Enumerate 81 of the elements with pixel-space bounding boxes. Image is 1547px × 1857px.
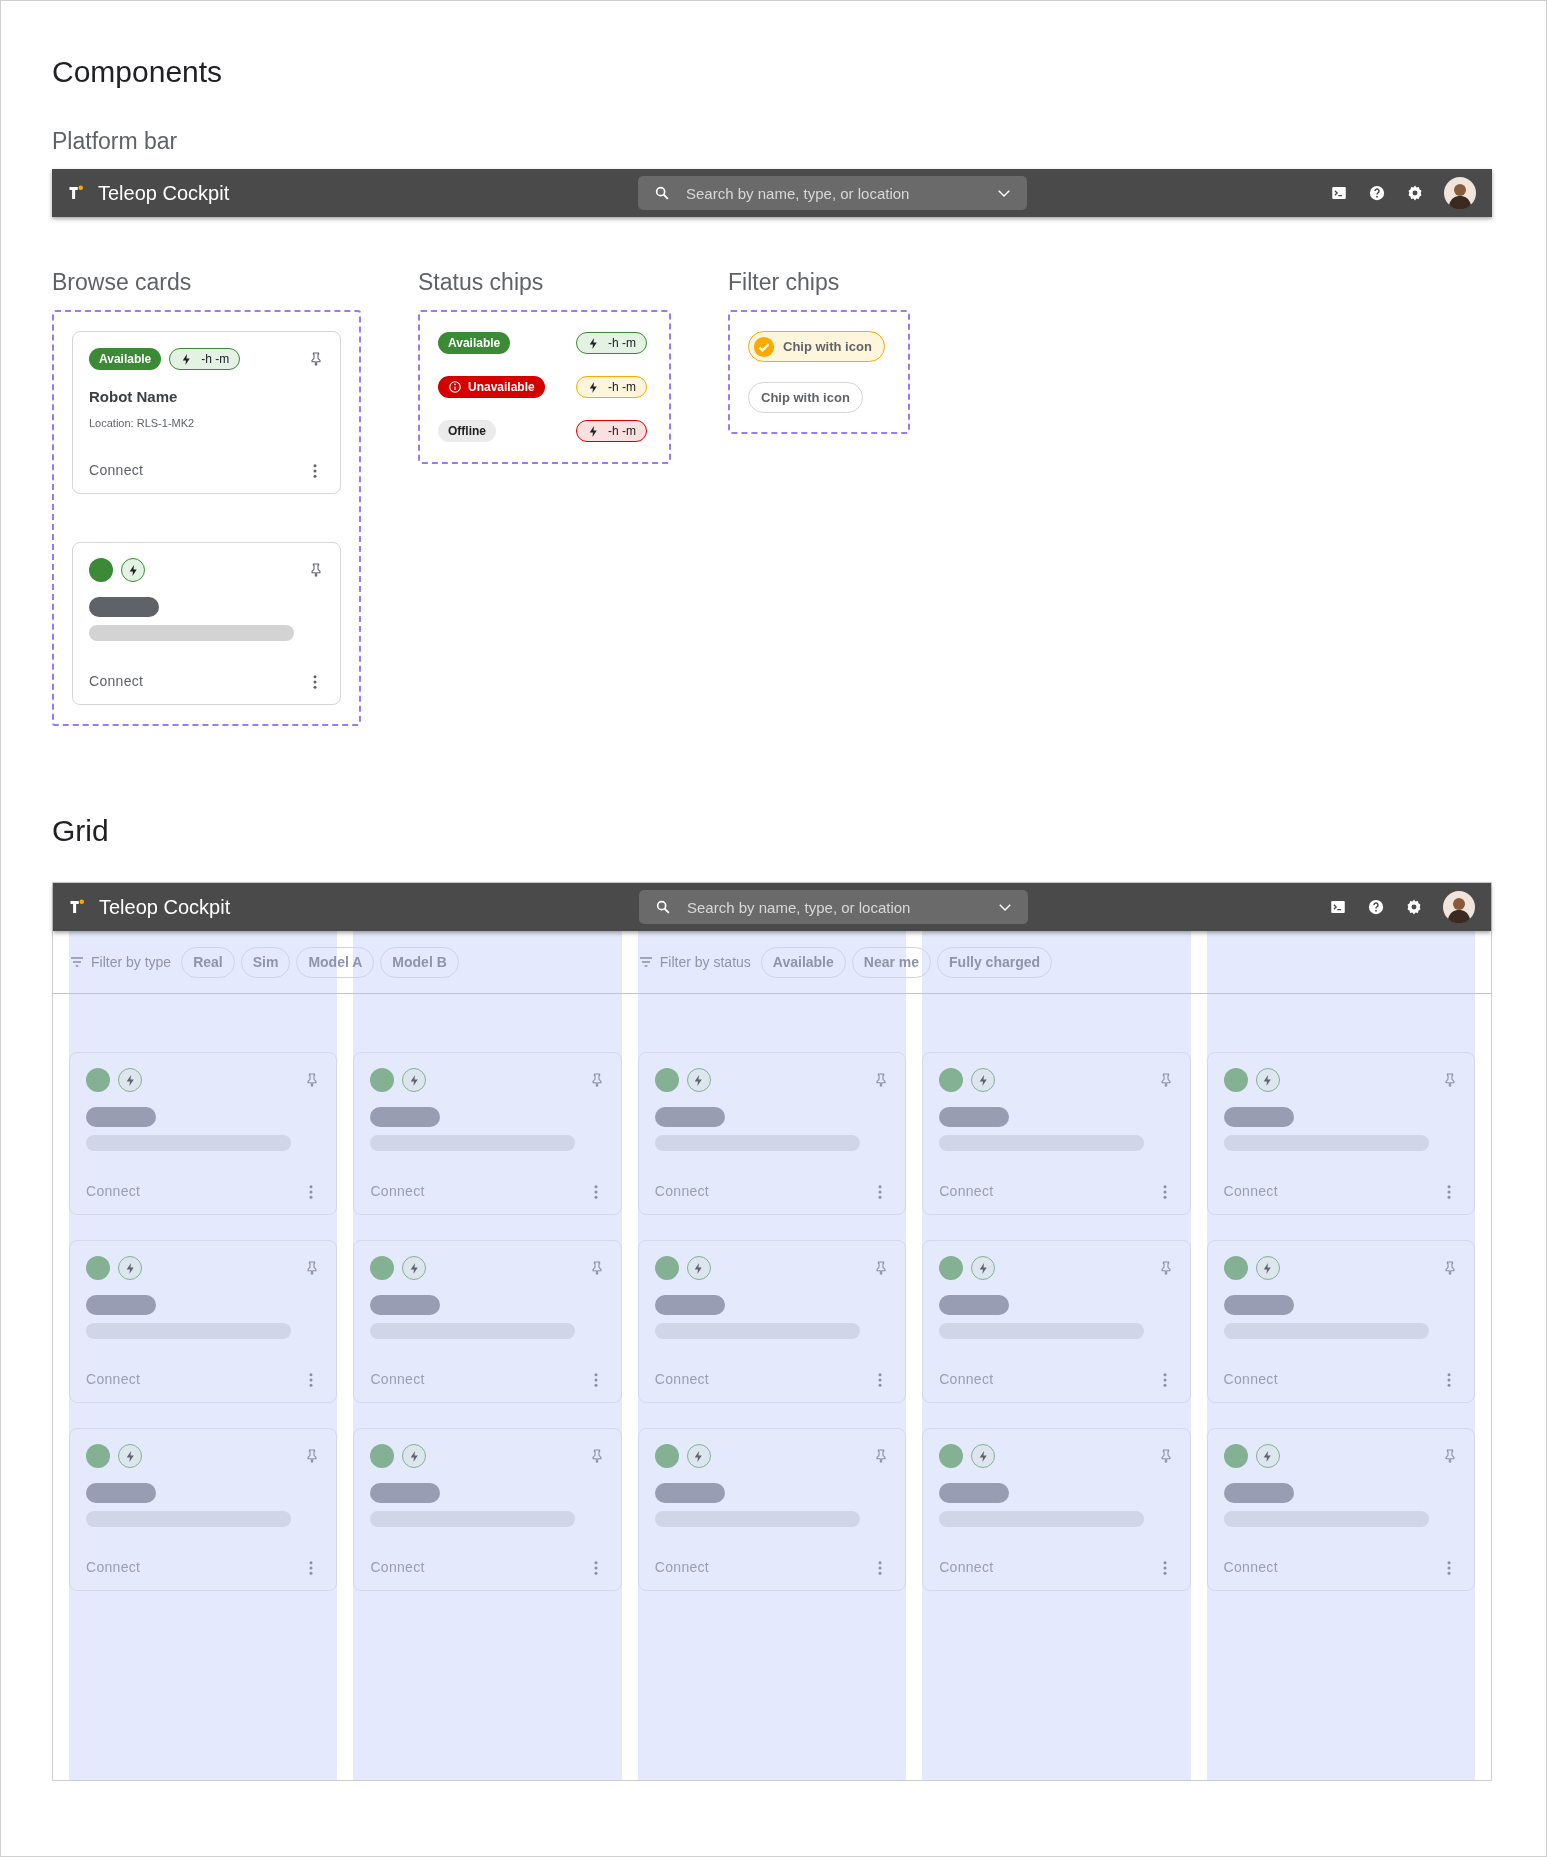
filter-icon — [69, 954, 85, 970]
status-chip: Available — [89, 348, 162, 370]
title-placeholder — [939, 1107, 1010, 1127]
title-placeholder — [370, 1107, 441, 1127]
filter-label: Filter by status — [659, 952, 751, 972]
bolt-icon — [587, 336, 600, 350]
terminal-icon[interactable] — [1330, 184, 1348, 202]
avatar-icon[interactable] — [1443, 891, 1475, 923]
connect-button[interactable]: Connect — [1223, 1181, 1278, 1202]
section-heading: Platform bar — [52, 127, 179, 156]
pin-icon[interactable] — [308, 351, 324, 367]
search-field[interactable]: Search by name, type, or location — [639, 890, 1028, 924]
battery-chip: -h -m — [576, 332, 647, 354]
title-placeholder — [1223, 1483, 1294, 1503]
bolt-icon — [587, 424, 600, 438]
help-icon[interactable] — [1367, 898, 1385, 916]
filter-label: Filter by type — [91, 952, 172, 972]
logo-icon — [68, 184, 86, 202]
battery-chip: -h -m — [576, 420, 647, 442]
title-placeholder — [86, 1483, 156, 1503]
check-icon — [753, 335, 775, 358]
info-icon — [448, 380, 462, 394]
title-placeholder — [654, 1107, 725, 1127]
title-placeholder — [86, 1295, 156, 1315]
title-placeholder — [89, 597, 159, 617]
page-heading: Grid — [52, 813, 110, 849]
connect-button[interactable]: Connect — [654, 1181, 710, 1202]
title-placeholder — [370, 1295, 441, 1315]
section-heading: Status chips — [418, 268, 545, 297]
location-text: Location: RLS-1-MK2 — [89, 415, 196, 431]
connect-button[interactable]: Connect — [1223, 1557, 1278, 1578]
title-placeholder — [86, 1107, 156, 1127]
search-field[interactable]: Search by name, type, or location — [638, 176, 1027, 210]
connect-button[interactable]: Connect — [86, 1181, 141, 1202]
title-placeholder — [939, 1295, 1010, 1315]
connect-button[interactable]: Connect — [89, 460, 144, 481]
connect-button[interactable]: Connect — [86, 1369, 141, 1390]
robot-name: Robot Name — [89, 387, 179, 407]
connect-button[interactable]: Connect — [939, 1557, 994, 1578]
search-icon — [655, 899, 671, 915]
app-title: Teleop Cockpit — [99, 895, 232, 920]
pin-icon[interactable] — [1442, 1260, 1458, 1276]
pin-icon[interactable] — [1442, 1448, 1458, 1464]
title-placeholder — [370, 1483, 441, 1503]
avatar-icon[interactable] — [1444, 177, 1476, 209]
title-placeholder — [1223, 1107, 1294, 1127]
connect-button[interactable]: Connect — [86, 1557, 141, 1578]
connect-button[interactable]: Connect — [370, 1181, 425, 1202]
connect-button[interactable]: Connect — [89, 671, 144, 692]
battery-chip: -h -m — [576, 376, 647, 398]
connect-button[interactable]: Connect — [654, 1369, 710, 1390]
logo-icon — [69, 898, 87, 916]
status-chip: Offline — [438, 420, 496, 442]
title-placeholder — [654, 1295, 725, 1315]
connect-button[interactable]: Connect — [370, 1557, 425, 1578]
settings-icon[interactable] — [1406, 184, 1424, 202]
filter-chip[interactable]: Chip with icon — [748, 382, 863, 413]
status-chip: Unavailable — [438, 376, 545, 398]
help-icon[interactable] — [1368, 184, 1386, 202]
connect-button[interactable]: Connect — [370, 1369, 425, 1390]
title-placeholder — [939, 1483, 1010, 1503]
pin-icon[interactable] — [308, 562, 324, 578]
connect-button[interactable]: Connect — [1223, 1369, 1278, 1390]
connect-button[interactable]: Connect — [939, 1181, 994, 1202]
title-placeholder — [1223, 1295, 1294, 1315]
settings-icon[interactable] — [1405, 898, 1423, 916]
page-heading: Components — [52, 54, 224, 90]
pin-icon[interactable] — [1442, 1072, 1458, 1088]
connect-button[interactable]: Connect — [939, 1369, 994, 1390]
title-placeholder — [654, 1483, 725, 1503]
section-heading: Filter chips — [728, 268, 841, 297]
search-icon — [654, 185, 670, 201]
filter-chip[interactable]: Chip with icon — [748, 331, 885, 362]
battery-chip: -h -m — [169, 348, 241, 370]
app-title: Teleop Cockpit — [98, 181, 231, 206]
section-heading: Browse cards — [52, 268, 193, 297]
bolt-icon — [587, 380, 600, 394]
terminal-icon[interactable] — [1329, 898, 1347, 916]
status-chip: Available — [438, 332, 511, 354]
filter-icon — [637, 954, 654, 970]
connect-button[interactable]: Connect — [654, 1557, 710, 1578]
